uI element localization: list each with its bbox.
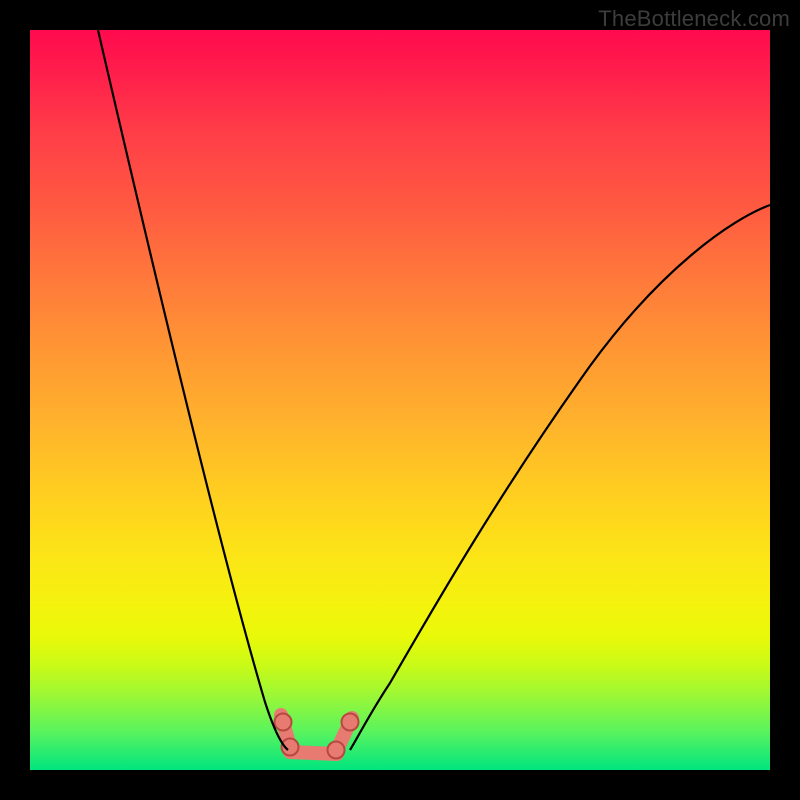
curve-left <box>98 30 288 750</box>
bottom-highlight <box>275 714 359 759</box>
outer-frame: TheBottleneck.com <box>0 0 800 800</box>
watermark-text: TheBottleneck.com <box>598 6 790 32</box>
curve-overlay <box>30 30 770 770</box>
curve-right <box>350 205 770 750</box>
